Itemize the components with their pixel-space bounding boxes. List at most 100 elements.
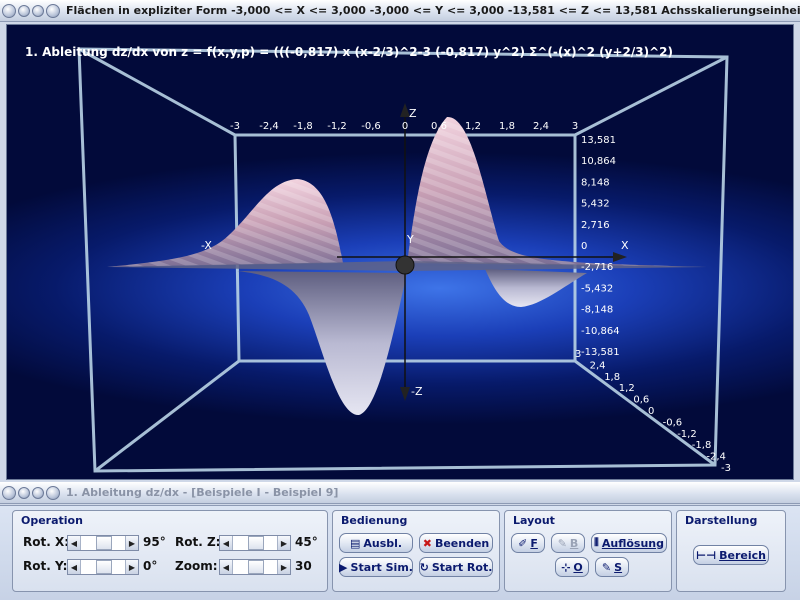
secondary-menu-icon[interactable] [46,485,60,500]
start-sim-button[interactable]: ▶ Start Sim. [339,557,413,577]
y-tick-label: -2,4 [706,452,726,463]
x-tick-label: 0 [402,121,408,132]
window-titlebar: Flächen in expliziter Form -3,000 <= X <… [0,0,800,22]
secondary-titlebar: 1. Ableitung dz/dx - [Beispiele I - Beis… [0,482,800,504]
paint-icon: ✎ [601,560,612,574]
operation-group: Operation Rot. X: ◀ ▶ 95° Rot. Y: ◀ ▶ 0°… [12,510,328,592]
y-tick-label: 0,6 [633,395,649,406]
o-button[interactable]: ⊹ O [555,557,589,577]
resolution-icon: ⦀ [594,536,599,549]
y-tick-label: 0 [648,406,654,417]
rotate-icon: ↻ [419,560,429,574]
b-button[interactable]: ✎ B [551,533,585,553]
window-maximize-icon[interactable] [32,4,44,17]
y-tick-label: 3 [575,349,581,360]
rot-z-decrease-icon[interactable]: ◀ [220,536,233,550]
rot-y-value: 0° [143,559,158,573]
control-panel: Operation Rot. X: ◀ ▶ 95° Rot. Y: ◀ ▶ 0°… [0,505,800,600]
window-menu-icon[interactable] [46,3,60,18]
rot-y-label: Rot. Y: [23,559,68,573]
x-tick-label: 0,6 [431,121,447,132]
zoom-slider[interactable]: ◀ ▶ [219,559,291,575]
rot-x-thumb[interactable] [96,536,112,550]
aufloesung-button[interactable]: ⦀ Auflösung [591,533,667,553]
start-rot-button[interactable]: ↻ Start Rot. [419,557,493,577]
layout-group: Layout ✐ F ✎ B ⦀ Auflösung ⊹ O ✎ S [504,510,672,592]
window-minimize-icon[interactable] [18,4,30,17]
close-icon: ✖ [422,536,432,550]
x-tick-label: -3 [230,121,240,132]
s-button[interactable]: ✎ S [595,557,629,577]
rot-x-increase-icon[interactable]: ▶ [125,536,138,550]
secondary-maximize-icon[interactable] [32,486,44,499]
x-tick-label: -2,4 [259,121,279,132]
surface-plot: Z -Z X -X Y -3 -2,4 -1,8 -1,2 -0,6 0 0,6 1,2 1,8… [77,47,731,474]
z-tick-label: 8,148 [581,177,610,188]
rot-z-slider[interactable]: ◀ ▶ [219,535,291,551]
start-rot-label: Start Rot. [431,560,493,574]
rot-y-increase-icon[interactable]: ▶ [125,560,138,574]
z-tick-label: 2,716 [581,220,610,231]
z-tick-labels: 13,581 10,864 8,148 5,432 2,716 0 -2,716 -5,432… [581,135,620,358]
x-tick-label: 2,4 [533,121,549,132]
beenden-label: Beenden [434,536,490,550]
z-tick-label: -2,716 [581,262,613,273]
f-label: F [530,536,538,550]
z-tick-label: -10,864 [581,326,620,337]
secondary-minimize-icon[interactable] [18,486,30,499]
rot-x-decrease-icon[interactable]: ◀ [68,536,81,550]
x-axis-label: X [621,239,629,252]
brush-icon: ✐ [518,536,528,550]
light-icon: ✎ [557,536,567,550]
rot-x-value: 95° [143,535,166,549]
rot-x-slider[interactable]: ◀ ▶ [67,535,139,551]
rot-y-decrease-icon[interactable]: ◀ [68,560,81,574]
bereich-button[interactable]: ⊢⊣ Bereich [693,545,769,565]
ausbl-button[interactable]: ▤ Ausbl. [339,533,413,553]
zoom-increase-icon[interactable]: ▶ [277,560,290,574]
x-tick-label: -1,2 [327,121,347,132]
window-close-icon[interactable] [2,3,16,18]
rot-y-thumb[interactable] [96,560,112,574]
rot-z-thumb[interactable] [248,536,264,550]
y-tick-label: 1,2 [619,383,635,394]
layout-label: Layout [513,514,555,527]
crosshair-icon: ⊹ [561,560,571,574]
secondary-close-icon[interactable] [2,485,16,500]
y-tick-label: -1,2 [677,429,697,440]
x-tick-label: -1,8 [293,121,313,132]
zoom-thumb[interactable] [248,560,264,574]
s-label: S [614,560,623,574]
zoom-decrease-icon[interactable]: ◀ [220,560,233,574]
plot-viewport[interactable]: Z -Z X -X Y -3 -2,4 -1,8 -1,2 -0,6 0 0,6 1,2 1,8… [6,24,794,480]
f-button[interactable]: ✐ F [511,533,545,553]
z-axis-label: Z [409,107,417,120]
play-icon: ▶ [339,560,348,574]
x-tick-label: 3 [572,121,578,132]
darstellung-label: Darstellung [685,514,758,527]
x-tick-label: 1,2 [465,121,481,132]
zoom-value: 30 [295,559,312,573]
y-tick-label: -3 [721,463,731,474]
x-tick-labels: -3 -2,4 -1,8 -1,2 -0,6 0 0,6 1,2 1,8 2,4 3 [230,121,578,132]
darstellung-group: Darstellung ⊢⊣ Bereich [676,510,786,592]
x-tick-label: -0,6 [361,121,381,132]
y-tick-label: 1,8 [604,372,620,383]
y-axis-label: Y [406,233,414,246]
rot-y-slider[interactable]: ◀ ▶ [67,559,139,575]
beenden-button[interactable]: ✖ Beenden [419,533,493,553]
secondary-title: 1. Ableitung dz/dx - [Beispiele I - Beis… [66,486,339,499]
z-tick-label: 5,432 [581,199,610,210]
bedienung-label: Bedienung [341,514,408,527]
z-tick-label: -5,432 [581,283,613,294]
z-tick-label: 13,581 [581,135,616,146]
y-tick-labels: 3 2,41,81,20,60 -0,6-1,2-1,8-2,4-3 [575,349,731,474]
y-tick-label: 2,4 [590,360,606,371]
origin-marker-icon [395,255,415,275]
x-tick-label: 1,8 [499,121,515,132]
hide-icon: ▤ [349,536,361,550]
ausbl-label: Ausbl. [363,536,403,550]
aufloesung-label: Auflösung [601,536,664,550]
rot-z-increase-icon[interactable]: ▶ [277,536,290,550]
rot-z-value: 45° [295,535,318,549]
